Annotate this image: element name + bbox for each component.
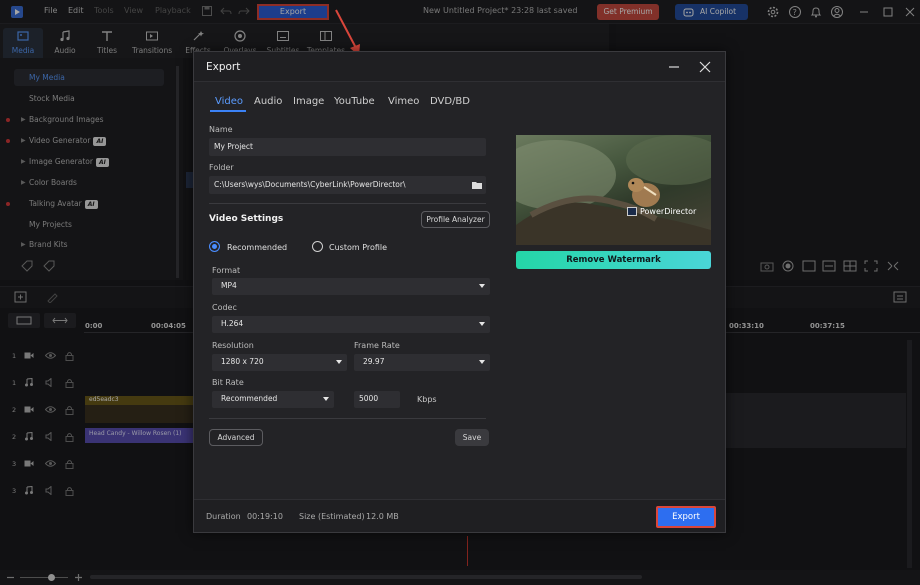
codec-select[interactable]: H.264 xyxy=(212,316,490,333)
frame-rate-value: 29.97 xyxy=(363,357,385,366)
chevron-down-icon xyxy=(479,360,485,364)
chevron-down-icon xyxy=(479,284,485,288)
video-settings-heading: Video Settings xyxy=(209,214,284,224)
bit-rate-label: Bit Rate xyxy=(212,378,244,387)
name-input[interactable]: My Project xyxy=(209,138,486,156)
tab-dvd-bd[interactable]: DVD/BD xyxy=(430,96,470,107)
folder-input[interactable]: C:\Users\wys\Documents\CyberLink\PowerDi… xyxy=(209,176,486,194)
custom-profile-label: Custom Profile xyxy=(329,243,388,252)
chevron-down-icon xyxy=(479,322,485,326)
divider xyxy=(209,418,486,419)
bit-rate-value: Recommended xyxy=(221,394,278,403)
dialog-header: Export xyxy=(194,52,725,82)
name-label: Name xyxy=(209,125,233,134)
chipmunk-image xyxy=(516,135,711,245)
size-label: Size (Estimated) xyxy=(299,512,365,521)
close-dialog-icon[interactable] xyxy=(698,60,712,74)
duration-value: 00:19:10 xyxy=(247,512,283,521)
chevron-down-icon xyxy=(323,397,329,401)
bit-rate-select[interactable]: Recommended xyxy=(212,391,334,408)
codec-value: H.264 xyxy=(221,319,244,328)
export-button[interactable]: Export xyxy=(656,506,716,528)
custom-profile-radio[interactable] xyxy=(312,241,323,252)
dialog-footer: Duration 00:19:10 Size (Estimated) 12.0 … xyxy=(194,499,725,532)
format-label: Format xyxy=(212,266,241,275)
recommended-radio[interactable] xyxy=(209,241,220,252)
tab-vimeo[interactable]: Vimeo xyxy=(388,96,419,107)
bit-rate-unit: Kbps xyxy=(417,395,437,404)
folder-browse-icon[interactable] xyxy=(471,180,483,190)
duration-label: Duration xyxy=(206,512,241,521)
save-button[interactable]: Save xyxy=(455,429,489,446)
chevron-down-icon xyxy=(336,360,342,364)
watermark-text: PowerDirector xyxy=(640,207,697,216)
frame-rate-select[interactable]: 29.97 xyxy=(354,354,490,371)
active-tab-indicator xyxy=(210,110,246,112)
format-value: MP4 xyxy=(221,281,237,290)
tab-image[interactable]: Image xyxy=(293,96,324,107)
bit-rate-input[interactable]: 5000 xyxy=(354,391,400,408)
recommended-label: Recommended xyxy=(227,243,288,252)
resolution-label: Resolution xyxy=(212,341,254,350)
format-select[interactable]: MP4 xyxy=(212,278,490,295)
export-dialog: Export Video Audio Image YouTube Vimeo D… xyxy=(193,51,726,533)
dialog-title: Export xyxy=(206,61,241,73)
tab-audio[interactable]: Audio xyxy=(254,96,282,107)
preview-thumbnail: PowerDirector xyxy=(516,135,711,245)
advanced-button[interactable]: Advanced xyxy=(209,429,263,446)
minimize-dialog-icon[interactable] xyxy=(667,60,681,74)
size-value: 12.0 MB xyxy=(366,512,399,521)
codec-label: Codec xyxy=(212,303,237,312)
divider xyxy=(209,203,486,204)
tab-video[interactable]: Video xyxy=(215,96,243,107)
resolution-value: 1280 x 720 xyxy=(221,357,264,366)
profile-analyzer-button[interactable]: Profile Analyzer xyxy=(421,211,490,228)
powerdirector-logo-icon xyxy=(627,207,637,216)
frame-rate-label: Frame Rate xyxy=(354,341,400,350)
tab-youtube[interactable]: YouTube xyxy=(334,96,375,107)
folder-path: C:\Users\wys\Documents\CyberLink\PowerDi… xyxy=(214,180,406,189)
folder-label: Folder xyxy=(209,163,234,172)
resolution-select[interactable]: 1280 x 720 xyxy=(212,354,347,371)
remove-watermark-button[interactable]: Remove Watermark xyxy=(516,251,711,269)
